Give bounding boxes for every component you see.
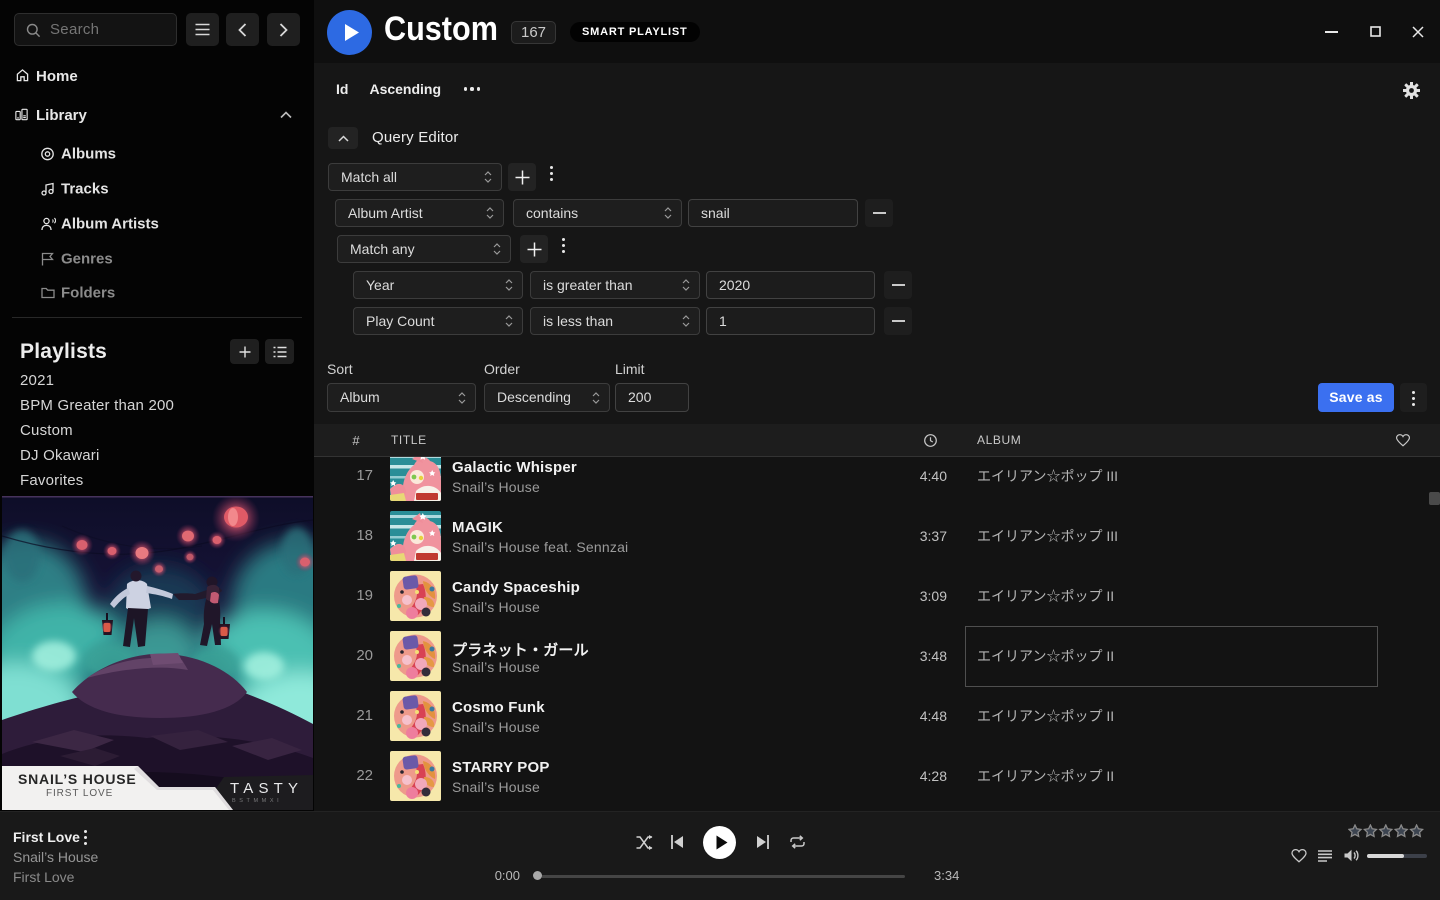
svg-text:FIRST LOVE: FIRST LOVE (46, 788, 113, 799)
svg-text:BSTMMXI: BSTMMXI (232, 798, 282, 804)
svg-text:TASTY: TASTY (230, 780, 303, 797)
svg-text:SNAIL’S HOUSE: SNAIL’S HOUSE (18, 771, 137, 787)
